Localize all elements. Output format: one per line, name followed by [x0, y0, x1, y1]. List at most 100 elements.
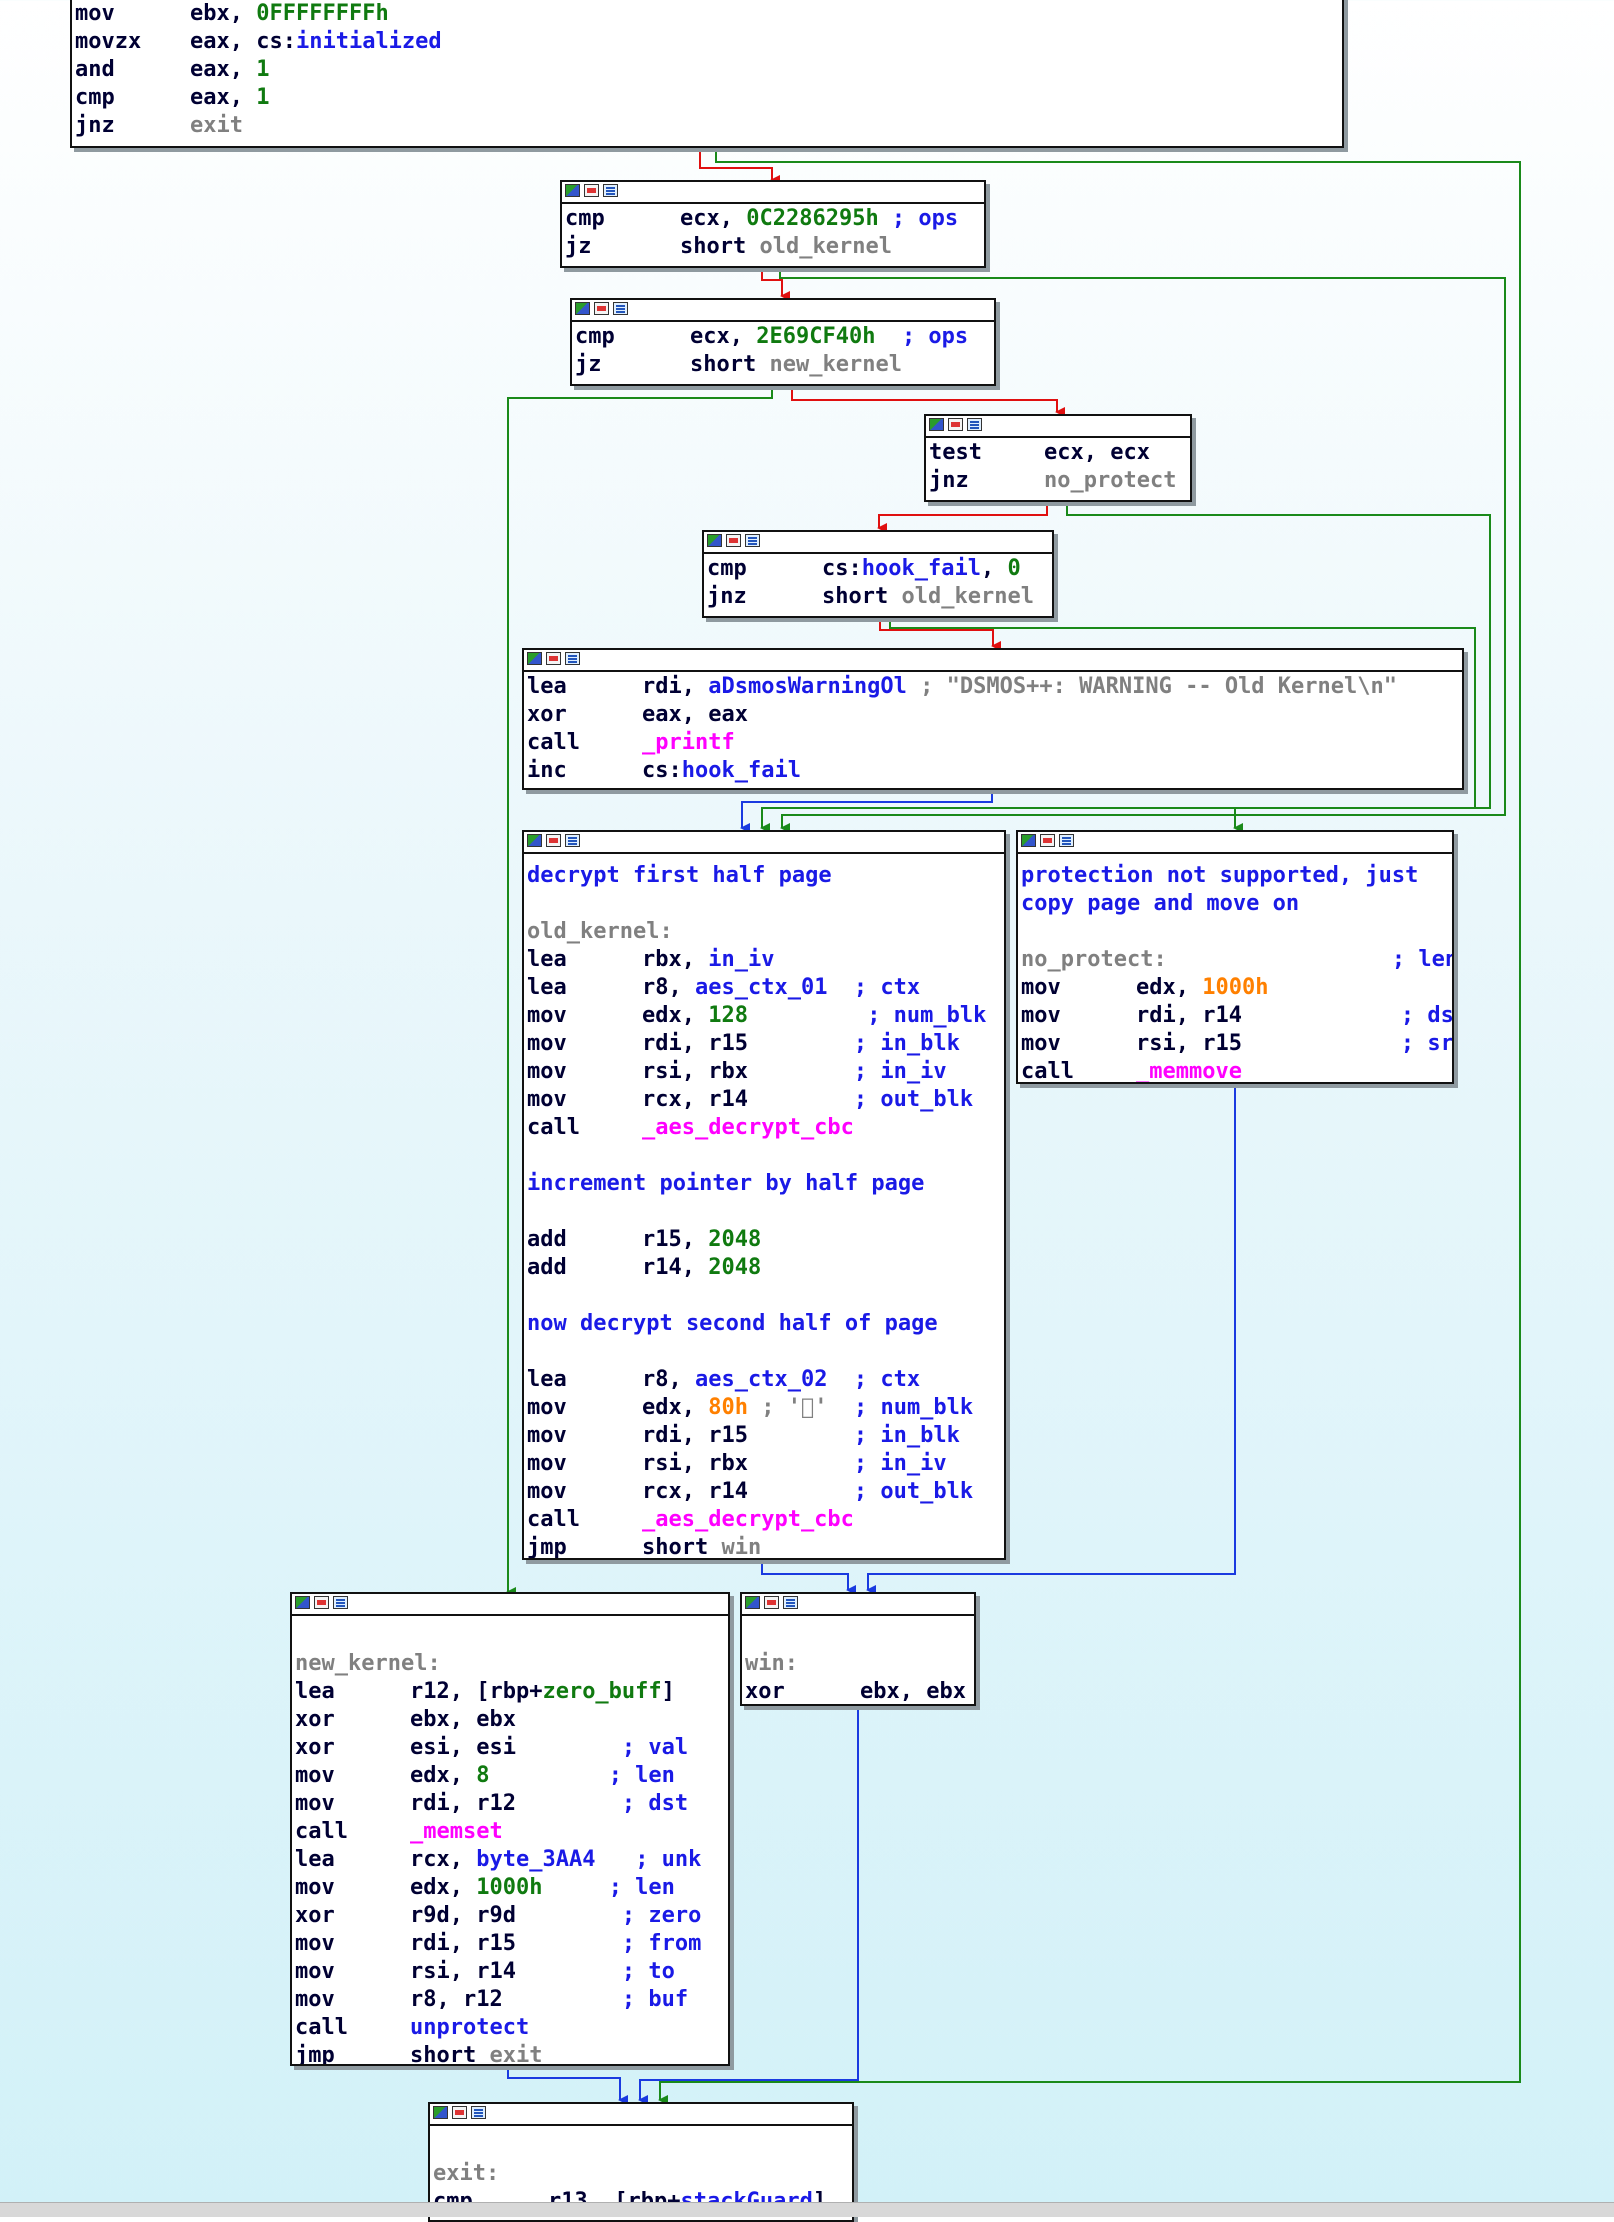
code-line[interactable]: lea rbx, in_iv: [527, 946, 1004, 974]
graph-icon[interactable]: [527, 834, 542, 847]
list-icon[interactable]: [471, 2106, 486, 2119]
code-line[interactable]: copy page and move on: [1021, 890, 1452, 918]
graph-icon[interactable]: [433, 2106, 448, 2119]
edit-icon[interactable]: [726, 534, 741, 547]
list-icon[interactable]: [333, 1596, 348, 1609]
code-line[interactable]: lea rdi, aDsmosWarningOl ; "DSMOS++: WARN…: [527, 673, 1462, 701]
code-line[interactable]: cmp ecx, 2E69CF40h ; ops: [575, 323, 994, 351]
code-line[interactable]: jnz short old_kernel: [707, 583, 1052, 611]
code-line[interactable]: [295, 1622, 728, 1650]
edit-icon[interactable]: [452, 2106, 467, 2119]
code-line[interactable]: mov rsi, r14 ; to: [295, 1958, 728, 1986]
edit-icon[interactable]: [546, 652, 561, 665]
code-line[interactable]: mov edx, 128 ; num_blk: [527, 1002, 1004, 1030]
code-line[interactable]: exit:: [433, 2160, 852, 2188]
code-line[interactable]: mov r8, r12 ; buf: [295, 1986, 728, 2014]
code-line[interactable]: mov ebx, 0FFFFFFFFh: [75, 0, 1342, 28]
block-old-kernel-warning[interactable]: lea rdi, aDsmosWarningOl ; "DSMOS++: WARN…: [522, 648, 1464, 790]
code-line[interactable]: now decrypt second half of page: [527, 1310, 1004, 1338]
code-line[interactable]: protection not supported, just: [1021, 862, 1452, 890]
code-line[interactable]: mov rsi, r15 ; src: [1021, 1030, 1452, 1058]
code-line[interactable]: add r15, 2048: [527, 1226, 1004, 1254]
code-line[interactable]: mov edx, 8 ; len: [295, 1762, 728, 1790]
graph-icon[interactable]: [707, 534, 722, 547]
block-check-old-ops[interactable]: cmp ecx, 0C2286295h ; ops jz short old_kern…: [560, 180, 986, 268]
edit-icon[interactable]: [314, 1596, 329, 1609]
code-line[interactable]: mov rcx, r14 ; out_blk: [527, 1086, 1004, 1114]
list-icon[interactable]: [967, 418, 982, 431]
code-line[interactable]: add r14, 2048: [527, 1254, 1004, 1282]
block-entry[interactable]: mov ebx, 0FFFFFFFFh movzx eax, cs:initializ…: [70, 0, 1344, 148]
list-icon[interactable]: [1059, 834, 1074, 847]
code-line[interactable]: test ecx, ecx: [929, 439, 1190, 467]
graph-icon[interactable]: [745, 1596, 760, 1609]
code-line[interactable]: mov rdi, r14 ; dst: [1021, 1002, 1452, 1030]
code-line[interactable]: jz short old_kernel: [565, 233, 984, 261]
code-line[interactable]: [433, 2132, 852, 2160]
code-line[interactable]: jmp short exit: [295, 2042, 728, 2064]
block-old-kernel[interactable]: decrypt first half page old_kernel: lea rb…: [522, 830, 1006, 1560]
code-line[interactable]: [527, 1282, 1004, 1310]
code-line[interactable]: lea r8, aes_ctx_01 ; ctx: [527, 974, 1004, 1002]
code-line[interactable]: no_protect: ; len: [1021, 946, 1452, 974]
block-test-ecx[interactable]: test ecx, ecx jnz no_protect: [924, 414, 1192, 502]
code-line[interactable]: xor esi, esi ; val: [295, 1734, 728, 1762]
code-line[interactable]: old_kernel:: [527, 918, 1004, 946]
code-line[interactable]: lea r12, [rbp+zero_buff]: [295, 1678, 728, 1706]
code-line[interactable]: movzx eax, cs:initialized: [75, 28, 1342, 56]
code-line[interactable]: [527, 890, 1004, 918]
list-icon[interactable]: [613, 302, 628, 315]
code-line[interactable]: mov edx, 1000h ; len: [295, 1874, 728, 1902]
block-new-kernel[interactable]: new_kernel: lea r12, [rbp+zero_buff] xor ebx…: [290, 1592, 730, 2066]
edit-icon[interactable]: [948, 418, 963, 431]
code-line[interactable]: [1021, 918, 1452, 946]
graph-icon[interactable]: [575, 302, 590, 315]
code-line[interactable]: [527, 1142, 1004, 1170]
code-line[interactable]: [527, 1198, 1004, 1226]
block-check-new-ops[interactable]: cmp ecx, 2E69CF40h ; ops jz short new_kerne…: [570, 298, 996, 386]
code-line[interactable]: mov rdi, r15 ; in_blk: [527, 1030, 1004, 1058]
code-line[interactable]: xor eax, eax: [527, 701, 1462, 729]
code-line[interactable]: cmp ecx, 0C2286295h ; ops: [565, 205, 984, 233]
code-line[interactable]: mov edx, 80h ; ' ' ; num_blk: [527, 1394, 1004, 1422]
code-line[interactable]: decrypt first half page: [527, 862, 1004, 890]
code-line[interactable]: call _memmove: [1021, 1058, 1452, 1082]
block-no-protect[interactable]: protection not supported, just copy page …: [1016, 830, 1454, 1084]
code-line[interactable]: call _printf: [527, 729, 1462, 757]
code-line[interactable]: mov rdi, r15 ; from: [295, 1930, 728, 1958]
graph-icon[interactable]: [565, 184, 580, 197]
code-line[interactable]: mov rcx, r14 ; out_blk: [527, 1478, 1004, 1506]
graph-icon[interactable]: [295, 1596, 310, 1609]
code-line[interactable]: and eax, 1: [75, 56, 1342, 84]
code-line[interactable]: lea rcx, byte_3AA4 ; unk: [295, 1846, 728, 1874]
code-line[interactable]: cmp cs:hook_fail, 0: [707, 555, 1052, 583]
edit-icon[interactable]: [584, 184, 599, 197]
code-line[interactable]: xor r9d, r9d ; zero: [295, 1902, 728, 1930]
code-line[interactable]: [745, 1622, 974, 1650]
code-line[interactable]: jnz no_protect: [929, 467, 1190, 495]
code-line[interactable]: xor ebx, ebx: [745, 1678, 974, 1704]
list-icon[interactable]: [565, 652, 580, 665]
code-line[interactable]: mov rsi, rbx ; in_iv: [527, 1058, 1004, 1086]
list-icon[interactable]: [565, 834, 580, 847]
graph-icon[interactable]: [1021, 834, 1036, 847]
edit-icon[interactable]: [1040, 834, 1055, 847]
code-line[interactable]: jz short new_kernel: [575, 351, 994, 379]
code-line[interactable]: [527, 1338, 1004, 1366]
block-win[interactable]: win: xor ebx, ebx: [740, 1592, 976, 1706]
code-line[interactable]: mov rsi, rbx ; in_iv: [527, 1450, 1004, 1478]
graph-icon[interactable]: [527, 652, 542, 665]
code-line[interactable]: win:: [745, 1650, 974, 1678]
code-line[interactable]: new_kernel:: [295, 1650, 728, 1678]
list-icon[interactable]: [603, 184, 618, 197]
code-line[interactable]: call _aes_decrypt_cbc: [527, 1506, 1004, 1534]
code-line[interactable]: mov rdi, r15 ; in_blk: [527, 1422, 1004, 1450]
edit-icon[interactable]: [594, 302, 609, 315]
code-line[interactable]: xor ebx, ebx: [295, 1706, 728, 1734]
code-line[interactable]: call _aes_decrypt_cbc: [527, 1114, 1004, 1142]
edit-icon[interactable]: [764, 1596, 779, 1609]
code-line[interactable]: mov rdi, r12 ; dst: [295, 1790, 728, 1818]
code-line[interactable]: call unprotect: [295, 2014, 728, 2042]
edit-icon[interactable]: [546, 834, 561, 847]
code-line[interactable]: jmp short win: [527, 1534, 1004, 1558]
